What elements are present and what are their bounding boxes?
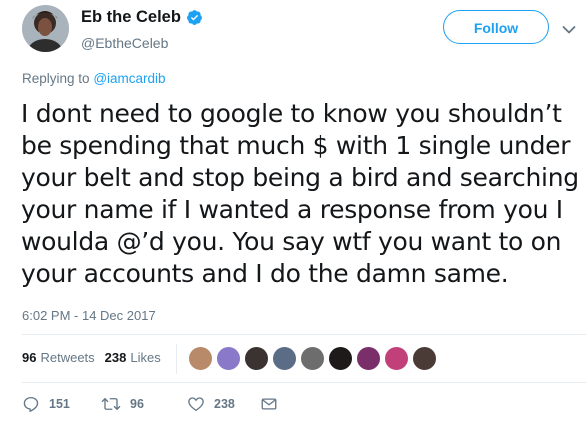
tweet-card: Eb the Celeb @EbtheCeleb Follow Replying… bbox=[0, 0, 586, 430]
tweet-timestamp[interactable]: 6:02 PM - 14 Dec 2017 bbox=[22, 308, 156, 323]
verified-badge-icon bbox=[186, 9, 203, 26]
liker-avatar[interactable] bbox=[412, 346, 437, 371]
reply-count: 151 bbox=[49, 397, 70, 411]
liker-avatar[interactable] bbox=[272, 346, 297, 371]
likes-stat[interactable]: 238 Likes bbox=[105, 350, 161, 365]
like-count: 238 bbox=[214, 397, 235, 411]
liker-avatar[interactable] bbox=[300, 346, 325, 371]
retweet-button[interactable]: 96 bbox=[101, 395, 144, 413]
tweet-text: I dont need to google to know you should… bbox=[21, 98, 586, 290]
liker-avatar[interactable] bbox=[384, 346, 409, 371]
envelope-icon bbox=[261, 398, 277, 410]
retweet-count: 96 bbox=[130, 397, 144, 411]
divider bbox=[22, 382, 586, 383]
follow-button[interactable]: Follow bbox=[443, 10, 549, 44]
liker-avatar[interactable] bbox=[244, 346, 269, 371]
reply-icon bbox=[23, 396, 39, 412]
stats-separator bbox=[176, 344, 177, 374]
liker-avatar[interactable] bbox=[216, 346, 241, 371]
likes-count: 238 bbox=[104, 350, 127, 365]
tweet-stats: 96 Retweets 238 Likes bbox=[22, 350, 171, 365]
author-handle[interactable]: @EbtheCeleb bbox=[81, 35, 168, 51]
reply-button[interactable]: 151 bbox=[22, 395, 70, 413]
author-avatar[interactable] bbox=[22, 5, 69, 52]
liker-avatars bbox=[188, 346, 440, 371]
liker-avatar[interactable] bbox=[188, 346, 213, 371]
replying-prefix: Replying to bbox=[22, 71, 90, 86]
author-name-row: Eb the Celeb bbox=[81, 8, 203, 27]
tweet-actions: 151 96 238 bbox=[22, 395, 586, 419]
retweets-label: Retweets bbox=[40, 350, 95, 365]
tweet-text-line: your belt and stop being a bird and sear… bbox=[21, 163, 579, 192]
retweets-count: 96 bbox=[22, 350, 37, 365]
tweet-text-line: your name if I wanted a response from yo… bbox=[21, 195, 563, 224]
author-display-name[interactable]: Eb the Celeb bbox=[81, 8, 181, 27]
liker-avatar[interactable] bbox=[328, 346, 353, 371]
liker-avatar[interactable] bbox=[356, 346, 381, 371]
retweet-icon bbox=[101, 398, 121, 410]
tweet-text-line: be spending that much $ with 1 single un… bbox=[21, 131, 571, 160]
replying-to: Replying to @iamcardib bbox=[22, 71, 166, 86]
retweets-stat[interactable]: 96 Retweets bbox=[22, 350, 95, 365]
chevron-down-icon[interactable] bbox=[562, 22, 576, 34]
reply-mention-link[interactable]: @iamcardib bbox=[93, 71, 165, 86]
like-button[interactable]: 238 bbox=[187, 395, 235, 413]
tweet-text-line: woulda @’d you. You say wtf you want to … bbox=[21, 227, 562, 256]
likes-label: Likes bbox=[130, 350, 161, 365]
tweet-text-line: your accounts and I do the damn same. bbox=[21, 259, 509, 288]
heart-icon bbox=[188, 397, 204, 412]
direct-message-button[interactable] bbox=[260, 395, 287, 413]
tweet-text-line: I dont need to google to know you should… bbox=[21, 99, 562, 128]
divider bbox=[22, 334, 586, 335]
